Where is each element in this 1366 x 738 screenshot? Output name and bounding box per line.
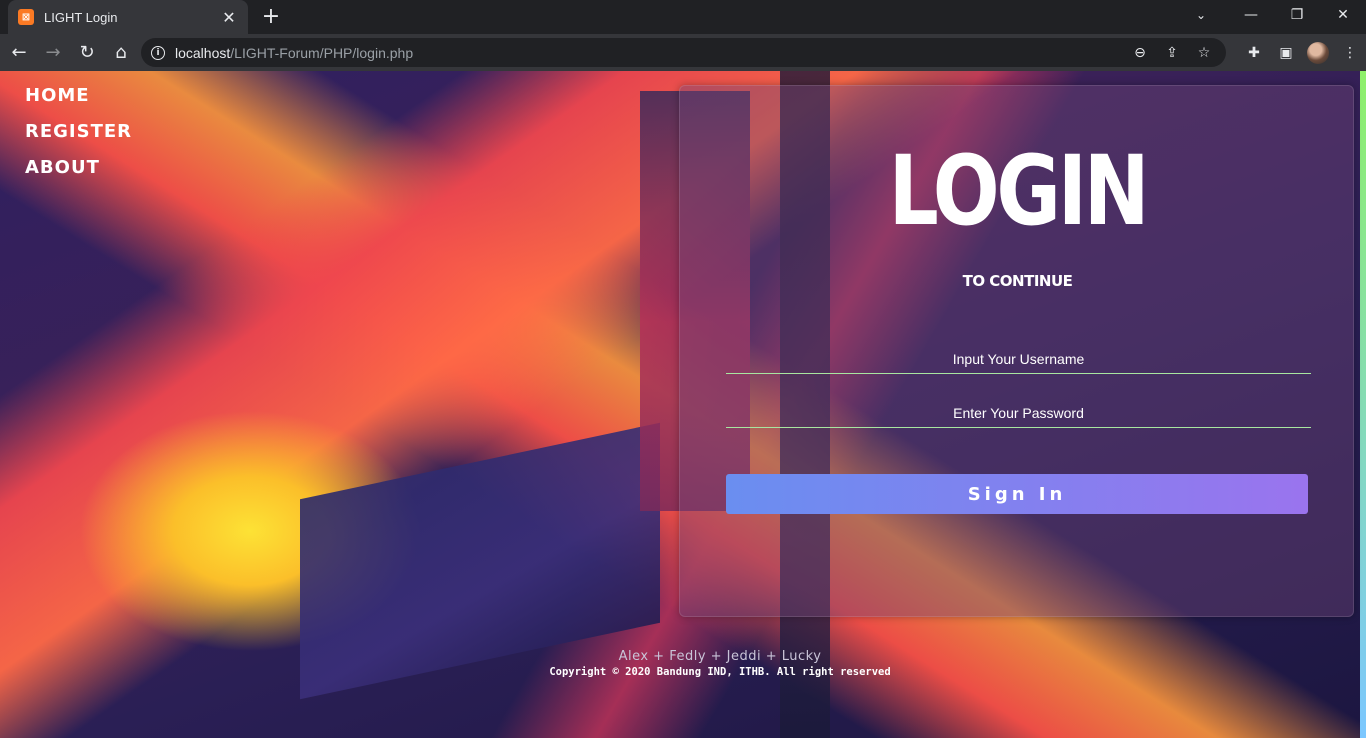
restore-icon[interactable]: ❐ (1274, 0, 1320, 30)
reload-icon[interactable]: ↻ (72, 38, 102, 68)
footer-copyright: Copyright © 2020 Bandung IND, ITHB. All … (549, 666, 891, 678)
footer: Alex + Fedly + Jeddi + Lucky Copyright ©… (440, 649, 1000, 678)
tab-search-icon[interactable]: ⌄ (1186, 0, 1216, 30)
close-tab-icon[interactable]: ✕ (220, 8, 238, 27)
nav-about-link[interactable]: About (25, 157, 132, 193)
tab-title: LIGHT Login (44, 9, 118, 25)
bookmark-star-icon[interactable]: ☆ (1188, 45, 1220, 61)
username-input[interactable] (726, 344, 1311, 374)
home-icon[interactable]: ⌂ (106, 38, 136, 68)
minimize-icon[interactable]: — (1228, 0, 1274, 30)
xampp-icon: ⊠ (18, 9, 34, 25)
browser-tab[interactable]: ⊠ LIGHT Login ✕ (8, 0, 248, 34)
menu-kebab-icon[interactable]: ⋮ (1334, 45, 1366, 61)
window-controls: — ❐ ✕ (1228, 0, 1366, 34)
page-viewport: Home Register About LOGIN TO CONTINUE Si… (0, 71, 1366, 738)
login-title: LOGIN (888, 135, 1150, 247)
login-panel: LOGIN TO CONTINUE Sign In (679, 85, 1354, 617)
forward-icon[interactable]: → (38, 38, 68, 68)
new-tab-icon[interactable]: + (258, 4, 284, 30)
toolbar-actions: ✚ ▣ ⋮ (1238, 38, 1366, 67)
login-subtitle: TO CONTINUE (962, 272, 1073, 290)
site-info-icon[interactable]: i (151, 45, 165, 60)
url-text: localhost/LIGHT-Forum/PHP/login.php (175, 44, 414, 61)
sign-in-button[interactable]: Sign In (726, 474, 1308, 514)
back-icon[interactable]: ← (4, 38, 34, 68)
zoom-icon[interactable]: ⊖ (1124, 45, 1156, 61)
site-nav: Home Register About (25, 85, 132, 193)
omnibox-actions: ⊖ ⇪ ☆ (1124, 38, 1220, 67)
browser-tab-bar: ⊠ LIGHT Login ✕ + ⌄ — ❐ ✕ (0, 0, 1366, 34)
share-icon[interactable]: ⇪ (1156, 45, 1188, 61)
nav-register-link[interactable]: Register (25, 121, 132, 157)
password-input[interactable] (726, 398, 1311, 428)
close-window-icon[interactable]: ✕ (1320, 0, 1366, 30)
browser-toolbar: ← → ↻ ⌂ i localhost/LIGHT-Forum/PHP/logi… (0, 34, 1366, 71)
page-scrollbar[interactable] (1360, 71, 1366, 738)
profile-avatar[interactable] (1307, 41, 1329, 64)
side-panel-icon[interactable]: ▣ (1270, 45, 1302, 61)
address-bar[interactable]: i localhost/LIGHT-Forum/PHP/login.php ⊖ … (141, 38, 1226, 67)
nav-home-link[interactable]: Home (25, 85, 132, 121)
extensions-icon[interactable]: ✚ (1238, 45, 1270, 61)
footer-authors: Alex + Fedly + Jeddi + Lucky (618, 649, 822, 664)
